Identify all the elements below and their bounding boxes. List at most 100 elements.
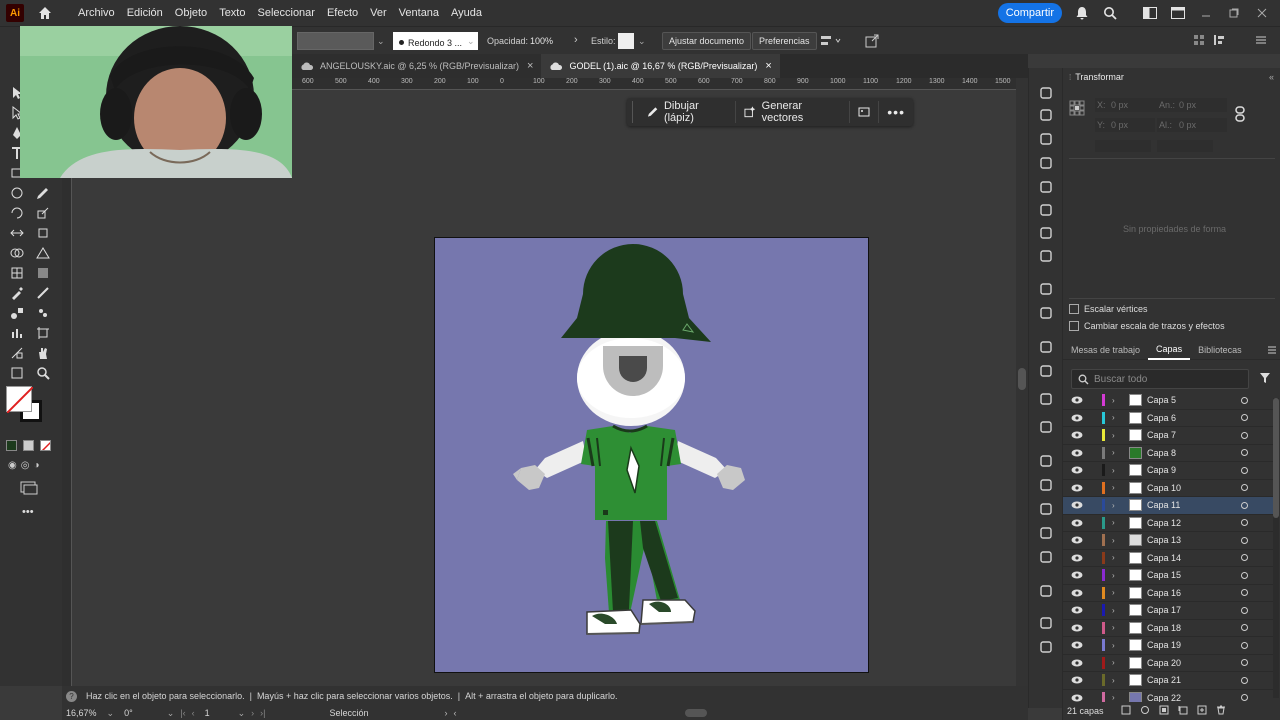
restore-icon[interactable] <box>1224 3 1244 23</box>
target-circle-icon[interactable] <box>1241 414 1248 422</box>
layer-row[interactable]: › Capa 12 <box>1063 515 1273 532</box>
brush-select[interactable]: Redondo 3 ... <box>393 32 478 50</box>
rotate-tool-icon[interactable] <box>8 204 26 222</box>
expand-chevron-icon[interactable]: › <box>1112 693 1115 702</box>
workspace-icon[interactable] <box>1140 3 1160 23</box>
expand-chevron-icon[interactable]: › <box>1112 623 1115 632</box>
target-circle-icon[interactable] <box>1241 694 1248 702</box>
perspective-grid-tool-icon[interactable] <box>34 244 52 262</box>
gradient-panel-icon[interactable] <box>1037 524 1055 542</box>
swatches-icon[interactable] <box>1037 154 1055 172</box>
preferences-button[interactable]: Preferencias <box>752 32 817 50</box>
arrange-icon[interactable] <box>1168 3 1188 23</box>
target-circle-icon[interactable] <box>1241 466 1248 474</box>
layer-row[interactable]: › Capa 13 <box>1063 532 1273 550</box>
bell-icon[interactable] <box>1072 3 1092 23</box>
none-icon[interactable] <box>40 440 51 451</box>
horizontal-scroll-thumb[interactable] <box>684 709 707 717</box>
align-icon[interactable] <box>820 34 842 51</box>
expand-chevron-icon[interactable]: › <box>1112 413 1115 422</box>
menu-efecto[interactable]: Efecto <box>321 7 364 19</box>
last-artboard-icon[interactable]: ›| <box>260 708 265 718</box>
visibility-eye-icon[interactable] <box>1071 396 1083 404</box>
h-field[interactable]: Al.: 0 px <box>1157 118 1227 132</box>
distribute-icon[interactable] <box>1213 34 1231 49</box>
drag-handle[interactable] <box>627 101 633 123</box>
puppet-warp-icon[interactable] <box>1037 452 1055 470</box>
target-circle-icon[interactable] <box>1241 624 1248 632</box>
expand-chevron-icon[interactable]: › <box>1112 431 1115 440</box>
target-circle-icon[interactable] <box>1241 676 1248 684</box>
gradient-tool-icon[interactable] <box>34 264 52 282</box>
style-swatch[interactable] <box>618 33 634 49</box>
layer-name[interactable]: Capa 19 <box>1147 640 1181 650</box>
free-transform-tool-icon[interactable] <box>34 224 52 242</box>
color-guide-icon[interactable] <box>1037 130 1055 148</box>
layer-name[interactable]: Capa 10 <box>1147 483 1181 493</box>
properties-icon[interactable] <box>1037 84 1055 102</box>
layer-row[interactable]: › Capa 5 <box>1063 392 1273 410</box>
layer-row[interactable]: › Capa 9 <box>1063 462 1273 480</box>
layer-row[interactable]: › Capa 21 <box>1063 672 1273 690</box>
expand-chevron-icon[interactable]: › <box>1112 571 1115 580</box>
visibility-eye-icon[interactable] <box>1071 501 1083 509</box>
blend-tool-icon[interactable] <box>8 304 26 322</box>
layer-name[interactable]: Capa 15 <box>1147 570 1181 580</box>
collapse-status-icon[interactable]: ‹ <box>454 708 457 718</box>
y-field[interactable]: Y: 0 px <box>1095 118 1155 132</box>
paragraph-icon[interactable] <box>1037 201 1055 219</box>
3d-icon[interactable] <box>1037 178 1055 196</box>
clipping-mask-icon[interactable] <box>1159 705 1169 715</box>
adjust-icon[interactable] <box>1037 106 1055 124</box>
scale-corners-row[interactable]: Escalar vértices <box>1069 304 1148 314</box>
draw-mode-buttons[interactable]: ◉◎◑ <box>8 460 44 471</box>
scale-strokes-checkbox[interactable] <box>1069 321 1079 331</box>
more-options-button[interactable]: ••• <box>879 101 913 123</box>
menu-ayuda[interactable]: Ayuda <box>445 7 488 19</box>
menu-edicion[interactable]: Edición <box>121 7 169 19</box>
visibility-eye-icon[interactable] <box>1071 466 1083 474</box>
artboard-number-field[interactable]: 1 <box>205 708 210 718</box>
color-icon[interactable] <box>6 440 17 451</box>
target-circle-icon[interactable] <box>1241 449 1248 457</box>
layer-row[interactable]: › Capa 6 <box>1063 410 1273 427</box>
layer-row[interactable]: › Capa 17 <box>1063 602 1273 620</box>
visibility-eye-icon[interactable] <box>1071 571 1083 579</box>
layer-name[interactable]: Capa 17 <box>1147 605 1181 615</box>
menu-objeto[interactable]: Objeto <box>169 7 213 19</box>
expand-chevron-icon[interactable]: › <box>1112 588 1115 597</box>
image-options-button[interactable] <box>850 101 880 123</box>
symbols-icon[interactable] <box>1037 476 1055 494</box>
target-circle-icon[interactable] <box>1241 519 1248 527</box>
tab-godel[interactable]: GODEL (1).aic @ 16,67 % (RGB/Previsualiz… <box>541 54 780 78</box>
scale-strokes-row[interactable]: Cambiar escala de trazos y efectos <box>1069 321 1225 331</box>
opentype-icon[interactable] <box>1037 247 1055 265</box>
target-circle-icon[interactable] <box>1241 641 1248 649</box>
layer-row[interactable]: › Capa 20 <box>1063 655 1273 672</box>
layer-row[interactable]: › Capa 11 <box>1063 497 1273 515</box>
expand-chevron-icon[interactable]: › <box>1112 501 1115 510</box>
layer-name[interactable]: Capa 12 <box>1147 518 1181 528</box>
layer-name[interactable]: Capa 11 <box>1147 500 1180 510</box>
visibility-eye-icon[interactable] <box>1071 589 1083 597</box>
menu-seleccionar[interactable]: Seleccionar <box>251 7 320 19</box>
scale-corners-checkbox[interactable] <box>1069 304 1079 314</box>
slice-tool-icon[interactable] <box>8 344 26 362</box>
visibility-eye-icon[interactable] <box>1071 519 1083 527</box>
close-icon[interactable]: × <box>527 60 533 72</box>
layer-name[interactable]: Capa 7 <box>1147 430 1176 440</box>
reference-point-icon[interactable] <box>1069 100 1085 119</box>
layer-name[interactable]: Capa 8 <box>1147 448 1176 458</box>
export-icon[interactable] <box>865 34 879 51</box>
tab-artboards[interactable]: Mesas de trabajo <box>1063 340 1148 360</box>
layer-row[interactable]: › Capa 14 <box>1063 550 1273 567</box>
vertical-scrollbar[interactable] <box>1016 78 1028 708</box>
export-panel-icon[interactable] <box>1037 638 1055 656</box>
visibility-eye-icon[interactable] <box>1071 624 1083 632</box>
artboard-tool-icon[interactable] <box>34 324 52 342</box>
screen-mode-icon[interactable] <box>20 481 38 498</box>
pathfinder-icon[interactable] <box>1037 418 1055 436</box>
mesh-tool-icon[interactable] <box>8 264 26 282</box>
chevron-down-icon[interactable]: ⌄ <box>638 36 646 47</box>
links-icon[interactable] <box>1037 614 1055 632</box>
